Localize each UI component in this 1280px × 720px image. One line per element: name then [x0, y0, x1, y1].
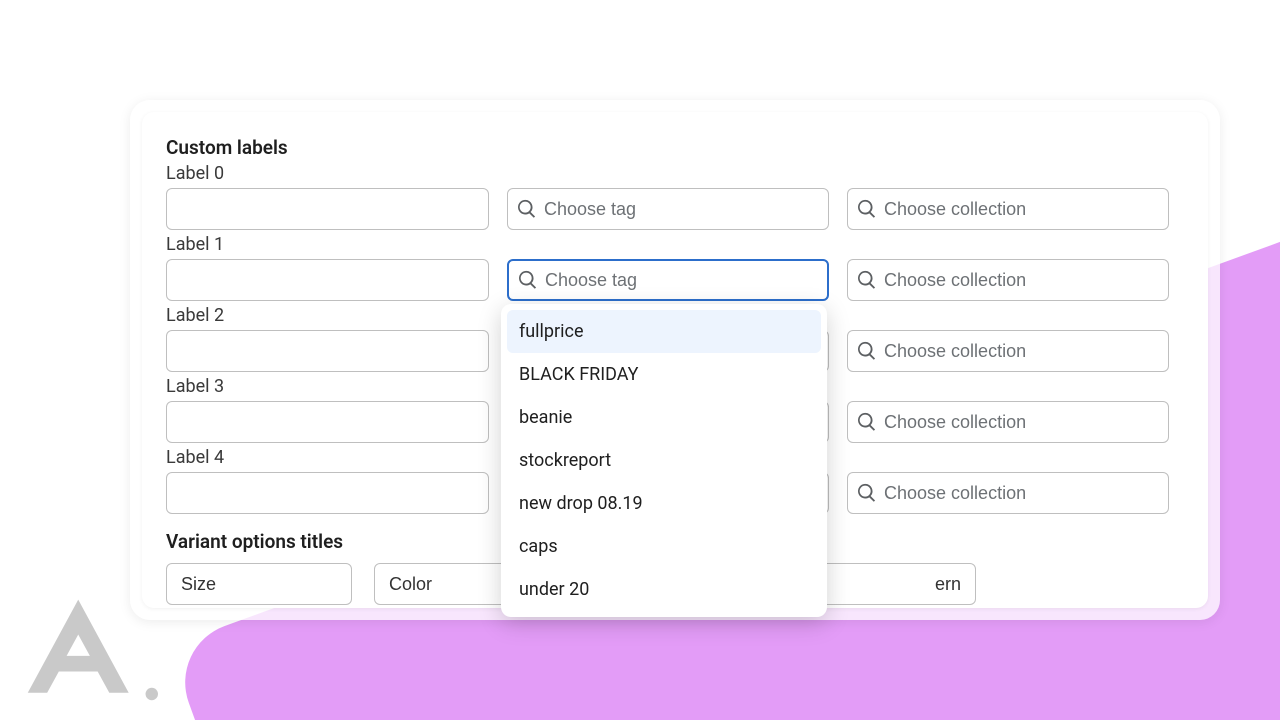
field-label-4: Label 4 — [166, 447, 489, 468]
label-1-tag-input[interactable] — [545, 270, 817, 291]
label-0-tag-input[interactable] — [544, 199, 818, 220]
label-0-collection-input[interactable] — [884, 199, 1158, 220]
search-icon — [517, 269, 539, 291]
label-4-collection-picker[interactable] — [847, 472, 1169, 514]
label-2-collection-input[interactable] — [884, 341, 1158, 362]
dropdown-item[interactable]: BLACK FRIDAY — [507, 353, 821, 396]
field-label-0: Label 0 — [166, 163, 489, 184]
label-2-collection-picker[interactable] — [847, 330, 1169, 372]
label-1-collection-input[interactable] — [884, 270, 1158, 291]
label-3-input[interactable] — [166, 401, 489, 443]
label-3-collection-input[interactable] — [884, 412, 1158, 433]
label-0-input[interactable] — [166, 188, 489, 230]
settings-card: Custom labels Label 0 — [142, 112, 1208, 608]
label-4-collection-input[interactable] — [884, 483, 1158, 504]
label-4-input[interactable] — [166, 472, 489, 514]
outer-card: Custom labels Label 0 — [130, 100, 1220, 620]
search-icon — [856, 340, 878, 362]
variant-0-input[interactable] — [166, 563, 352, 605]
section-title-custom-labels: Custom labels — [166, 136, 1184, 159]
search-icon — [856, 198, 878, 220]
search-icon — [856, 482, 878, 504]
label-0-tag-picker[interactable] — [507, 188, 829, 230]
search-icon — [856, 411, 878, 433]
field-label-2: Label 2 — [166, 305, 489, 326]
label-2-input[interactable] — [166, 330, 489, 372]
dropdown-item[interactable]: new drop 08.19 — [507, 482, 821, 525]
dropdown-item[interactable]: caps — [507, 525, 821, 568]
field-label-3: Label 3 — [166, 376, 489, 397]
dropdown-item[interactable]: under 20 — [507, 568, 821, 611]
tag-dropdown: fullprice BLACK FRIDAY beanie stockrepor… — [501, 304, 827, 617]
label-1-collection-picker[interactable] — [847, 259, 1169, 301]
dropdown-item[interactable]: fullprice — [507, 310, 821, 353]
search-icon — [516, 198, 538, 220]
label-1-input[interactable] — [166, 259, 489, 301]
label-1-tag-picker[interactable] — [507, 259, 829, 301]
field-label-1: Label 1 — [166, 234, 489, 255]
dropdown-item[interactable]: stockreport — [507, 439, 821, 482]
search-icon — [856, 269, 878, 291]
label-row: Label 1 — [166, 234, 1184, 301]
label-0-collection-picker[interactable] — [847, 188, 1169, 230]
label-row: Label 0 — [166, 163, 1184, 230]
dropdown-item[interactable]: beanie — [507, 396, 821, 439]
label-3-collection-picker[interactable] — [847, 401, 1169, 443]
